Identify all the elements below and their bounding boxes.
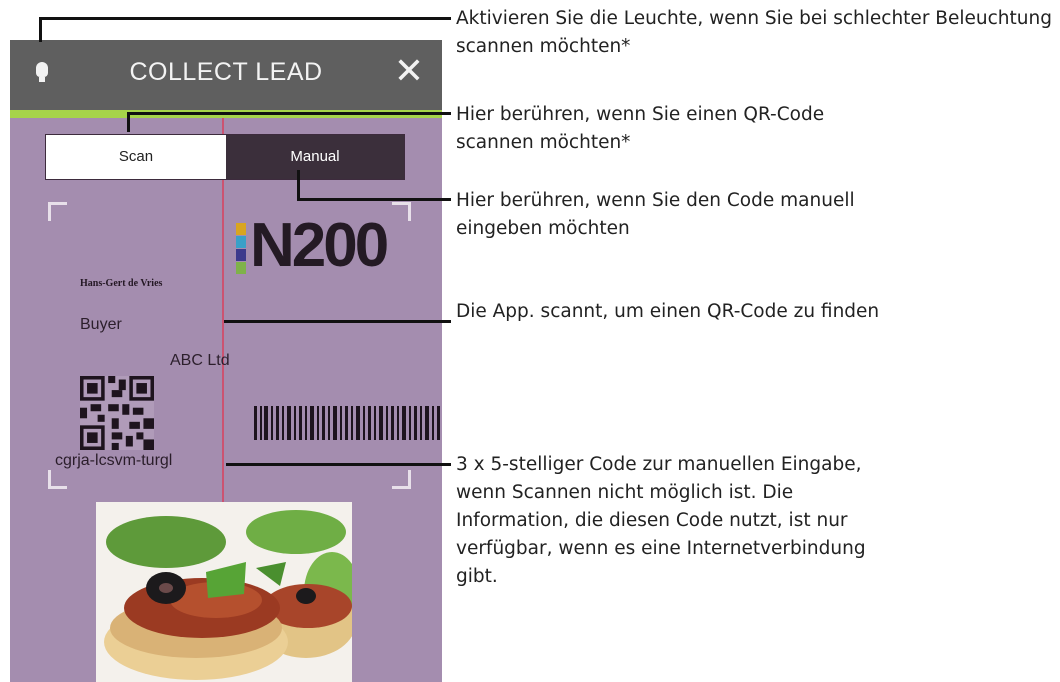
badge-company: ABC Ltd bbox=[170, 352, 230, 369]
mode-switch: Scan Manual bbox=[45, 134, 405, 180]
close-icon[interactable]: ✕ bbox=[394, 52, 424, 92]
top-bar: COLLECT LEAD ✕ bbox=[10, 40, 442, 110]
scan-frame-corner-bottom-left bbox=[48, 470, 67, 489]
food-photo bbox=[96, 502, 352, 682]
annotation-code: 3 x 5-stelliger Code zur manuellen Einga… bbox=[456, 454, 866, 587]
logo-color-bars bbox=[236, 223, 246, 274]
callout-scan-horizontal bbox=[127, 112, 451, 115]
barcode-icon bbox=[254, 406, 440, 440]
callout-light-vertical bbox=[39, 17, 42, 42]
callout-manual-horizontal bbox=[297, 198, 451, 201]
phone-screen: COLLECT LEAD ✕ Scan Manual N200 Hans-Ger… bbox=[10, 40, 442, 682]
scan-frame-corner-top-left bbox=[48, 202, 67, 221]
annotation-scan: Hier berühren, wenn Sie einen QR-Code sc… bbox=[456, 104, 825, 153]
qr-code-icon bbox=[80, 376, 154, 450]
badge-role: Buyer bbox=[80, 316, 122, 333]
tab-manual[interactable]: Manual bbox=[226, 135, 404, 179]
annotation-light: Aktivieren Sie die Leuchte, wenn Sie bei… bbox=[456, 8, 1052, 57]
annotation-scanning: Die App. scannt, um einen QR-Code zu fin… bbox=[456, 301, 880, 322]
callout-scanning-line bbox=[224, 320, 451, 323]
scan-frame-corner-bottom-right bbox=[392, 470, 411, 489]
callout-light-horizontal bbox=[39, 17, 451, 20]
scan-frame-corner-top-right bbox=[392, 202, 411, 221]
tab-scan[interactable]: Scan bbox=[46, 135, 226, 179]
callout-code-line bbox=[226, 463, 451, 466]
annotation-manual: Hier berühren, wenn Sie den Code manuell… bbox=[456, 190, 855, 239]
badge-logo: N200 bbox=[250, 211, 389, 280]
app-title: COLLECT LEAD bbox=[129, 58, 323, 86]
badge-name: Hans-Gert de Vries bbox=[80, 278, 163, 289]
callout-manual-vertical bbox=[297, 170, 300, 200]
callout-scan-vertical bbox=[127, 112, 130, 132]
manual-entry-code: cgrja-lcsvm-turgl bbox=[55, 452, 173, 469]
